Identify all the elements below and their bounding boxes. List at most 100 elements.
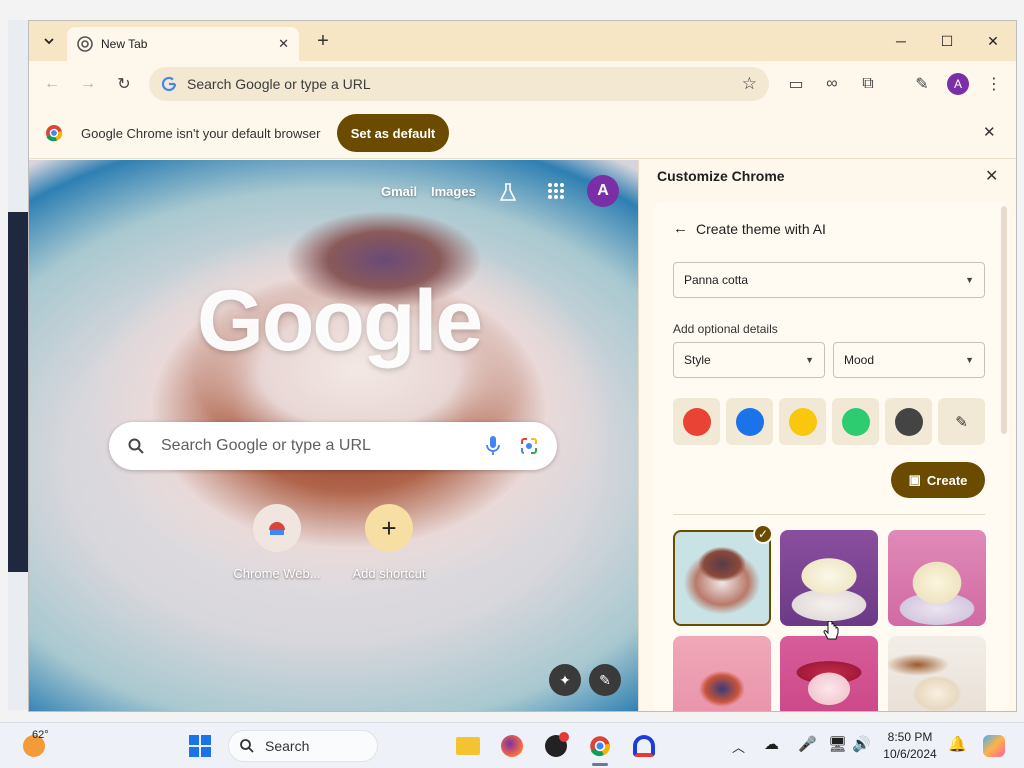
image-sparkle-icon: ▣	[908, 472, 921, 487]
tab-search-button[interactable]	[37, 29, 61, 53]
create-button-label: Create	[926, 472, 968, 488]
notification-bell-icon[interactable]: 🔔	[948, 735, 967, 753]
chrome-window: New Tab ✕ + ─ ☐ ✕ ← → ↻ Search Google or…	[28, 20, 1017, 712]
gmail-link[interactable]: Gmail	[381, 184, 417, 199]
profile-avatar-letter: A	[947, 73, 969, 95]
copilot-icon[interactable]	[980, 732, 1008, 760]
cloud-offline-icon[interactable]: ☁	[764, 735, 779, 753]
color-swatch-yellow[interactable]	[779, 398, 826, 445]
style-select[interactable]: Style ▼	[673, 342, 825, 378]
color-swatch-red[interactable]	[673, 398, 720, 445]
address-bar-text: Search Google or type a URL	[187, 76, 371, 92]
shortcut-add[interactable]: + Add shortcut	[339, 504, 439, 581]
chrome-logo-icon	[77, 36, 93, 52]
toolbar: ← → ↻ Search Google or type a URL ☆ ▭ ∞ …	[29, 61, 1016, 107]
bookmark-star-icon[interactable]: ☆	[742, 74, 757, 94]
color-swatch-blue[interactable]	[726, 398, 773, 445]
eyedropper-icon[interactable]: ✎	[938, 398, 985, 445]
theme-thumbnail-1[interactable]	[673, 530, 771, 626]
ntp-search-placeholder: Search Google or type a URL	[161, 437, 371, 454]
infobar-message: Google Chrome isn't your default browser	[81, 126, 321, 141]
app-notification-icon[interactable]	[542, 732, 570, 760]
shortcut-label: Add shortcut	[352, 566, 426, 581]
new-tab-button[interactable]: +	[311, 29, 335, 53]
close-tab-icon[interactable]: ✕	[278, 36, 289, 52]
background-app-dark-strip	[8, 212, 28, 572]
customize-pencil-icon[interactable]: ✎	[589, 664, 621, 696]
optional-details-label: Add optional details	[673, 322, 778, 336]
headphones-app-icon[interactable]	[630, 732, 658, 760]
extension-infinity-icon[interactable]: ∞	[819, 71, 845, 97]
google-g-icon	[161, 76, 177, 92]
microphone-tray-icon[interactable]: 🎤	[798, 735, 817, 753]
ntp-profile-avatar[interactable]: A	[587, 175, 619, 207]
network-icon[interactable]: 🖥	[828, 735, 847, 753]
cast-icon[interactable]: ▭	[783, 71, 809, 97]
volume-icon[interactable]: 🔊	[852, 735, 871, 753]
start-windows-icon[interactable]	[186, 732, 214, 760]
close-infobar-icon[interactable]: ✕	[983, 123, 996, 141]
back-icon[interactable]: ←	[39, 71, 65, 97]
search-icon	[128, 438, 144, 454]
default-browser-infobar: Google Chrome isn't your default browser…	[29, 107, 1016, 159]
theme-thumbnail-6[interactable]	[888, 636, 986, 711]
edit-pencil-icon[interactable]: ✎	[909, 71, 935, 97]
tab-title: New Tab	[101, 37, 148, 51]
minimize-icon[interactable]: ─	[889, 29, 913, 53]
clock-date[interactable]: 10/6/2024	[880, 747, 940, 761]
theme-thumbnail-4[interactable]	[673, 636, 771, 711]
shortcut-label: Chrome Web...	[233, 566, 321, 581]
subject-select[interactable]: Panna cotta ▼	[673, 262, 985, 298]
labs-flask-icon[interactable]	[499, 182, 517, 202]
microphone-icon[interactable]	[485, 435, 501, 457]
theme-thumbnail-5[interactable]	[780, 636, 878, 711]
new-tab-page: Gmail Images A Google Search Google or t…	[29, 160, 638, 711]
create-theme-button[interactable]: ▣ Create	[891, 462, 985, 498]
chrome-taskbar-icon[interactable]	[586, 732, 614, 760]
close-window-icon[interactable]: ✕	[981, 29, 1005, 53]
chevron-down-icon	[44, 38, 54, 45]
panel-scrollbar[interactable]	[1001, 206, 1007, 434]
theme-thumbnail-3[interactable]	[888, 530, 986, 626]
google-logo: Google	[197, 273, 483, 369]
windows-taskbar: 62° Search ︿ ☁ 🎤 🖥 🔊 8:50 PM 10/6/2024 🔔	[0, 722, 1024, 768]
more-menu-icon[interactable]: ⋮	[981, 71, 1007, 97]
forward-icon[interactable]: →	[75, 71, 101, 97]
caret-down-icon: ▼	[965, 355, 974, 365]
shortcut-chrome-web-store[interactable]: Chrome Web...	[227, 504, 327, 581]
color-swatch-green[interactable]	[832, 398, 879, 445]
profile-avatar[interactable]: A	[945, 71, 971, 97]
mood-select[interactable]: Mood ▼	[833, 342, 985, 378]
sparkle-icon[interactable]: ✦	[549, 664, 581, 696]
apps-grid-icon[interactable]	[547, 182, 565, 200]
images-link[interactable]: Images	[431, 184, 476, 199]
arrow-left-icon: ←	[673, 220, 688, 237]
theme-thumbnail-2[interactable]	[780, 530, 878, 626]
plus-icon: +	[365, 504, 413, 552]
tray-overflow-chevron-icon[interactable]: ︿	[732, 737, 745, 756]
google-lens-icon[interactable]	[519, 436, 539, 456]
chrome-web-store-icon	[253, 504, 301, 552]
close-panel-icon[interactable]: ✕	[985, 166, 998, 186]
chrome-logo-icon	[46, 125, 63, 142]
firefox-icon[interactable]	[498, 732, 526, 760]
extensions-puzzle-icon[interactable]: ⧉	[855, 71, 881, 97]
swatch-dot	[788, 407, 817, 436]
maximize-icon[interactable]: ☐	[935, 29, 959, 53]
tab-new-tab[interactable]: New Tab ✕	[67, 27, 299, 61]
file-explorer-icon[interactable]	[454, 732, 482, 760]
swatch-dot	[841, 407, 870, 436]
clock-time[interactable]: 8:50 PM	[880, 730, 940, 744]
taskbar-search[interactable]: Search	[228, 730, 378, 762]
divider	[673, 514, 985, 515]
subpage-title: Create theme with AI	[696, 220, 826, 237]
ntp-search-box[interactable]: Search Google or type a URL	[109, 422, 557, 470]
reload-icon[interactable]: ↻	[111, 71, 137, 97]
panel-title: Customize Chrome	[657, 168, 785, 184]
back-to-customize[interactable]: ← Create theme with AI	[673, 220, 826, 237]
address-bar[interactable]: Search Google or type a URL ☆	[149, 67, 769, 101]
set-as-default-button[interactable]: Set as default	[337, 114, 449, 152]
caret-down-icon: ▼	[965, 275, 974, 285]
swatch-dot	[735, 407, 764, 436]
color-swatch-gray[interactable]	[885, 398, 932, 445]
